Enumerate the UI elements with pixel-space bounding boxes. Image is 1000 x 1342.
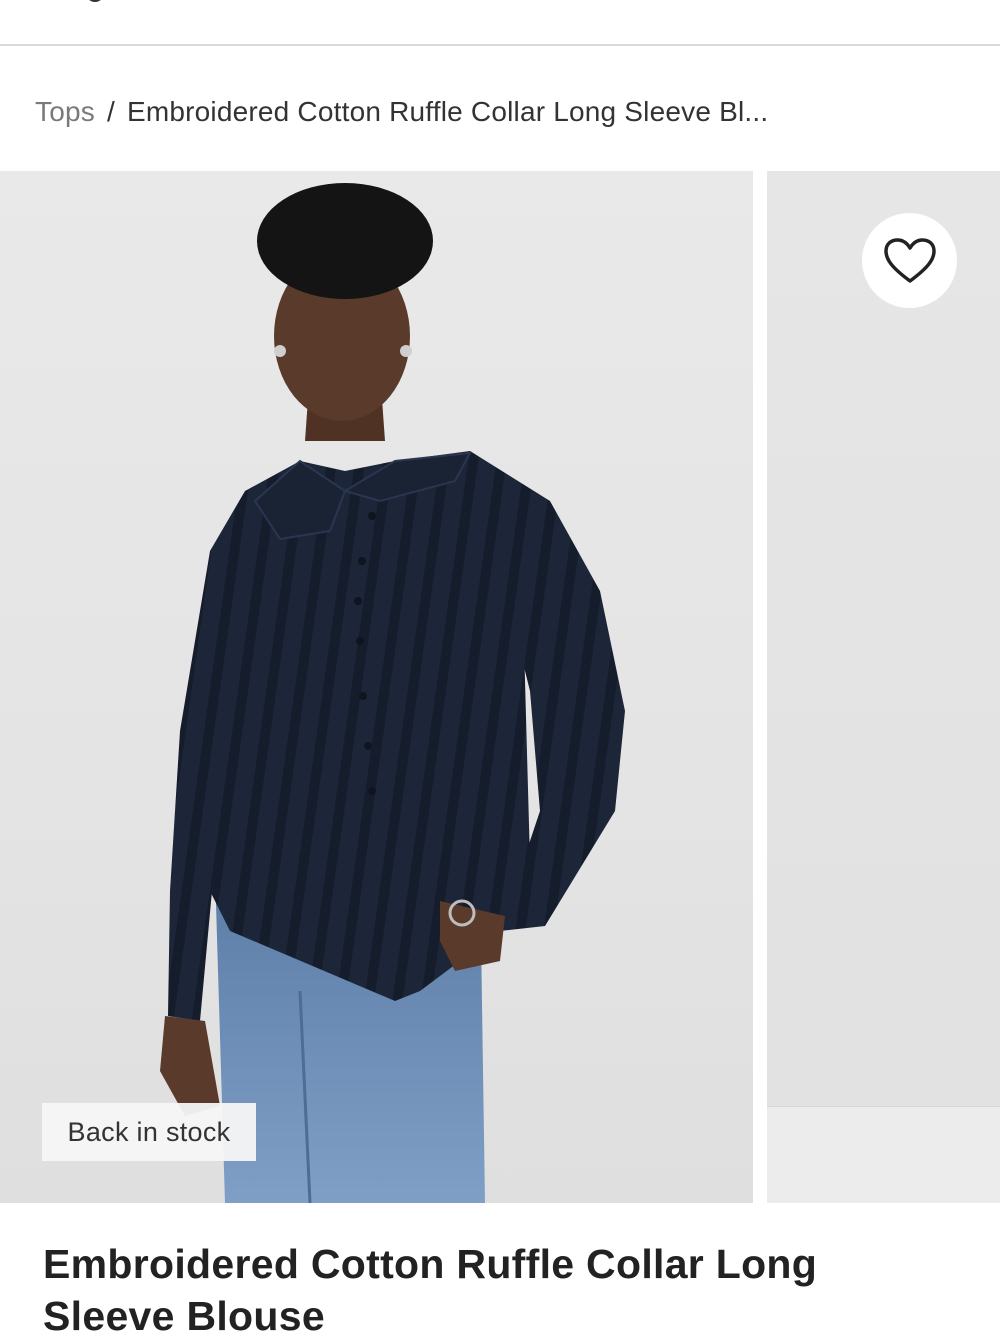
product-image-gallery[interactable]: Back in stock xyxy=(0,171,1000,1203)
heart-outline-icon xyxy=(883,237,936,283)
product-title: Embroidered Cotton Ruffle Collar Long Sl… xyxy=(43,1241,818,1339)
product-image-next[interactable] xyxy=(767,171,1000,1203)
top-header xyxy=(0,0,1000,46)
studio-floor xyxy=(767,1106,1000,1203)
breadcrumb-link-tops[interactable]: Tops xyxy=(35,96,95,128)
breadcrumb: Tops / Embroidered Cotton Ruffle Collar … xyxy=(35,92,768,132)
breadcrumb-current-page: Embroidered Cotton Ruffle Collar Long Sl… xyxy=(126,96,769,127)
product-image-main[interactable]: Back in stock xyxy=(0,171,753,1203)
product-photo xyxy=(160,183,625,1203)
breadcrumb-separator: / xyxy=(106,96,115,127)
header-logo-fragment xyxy=(86,0,104,2)
back-in-stock-badge: Back in stock xyxy=(42,1103,256,1161)
wishlist-button[interactable] xyxy=(862,213,957,308)
